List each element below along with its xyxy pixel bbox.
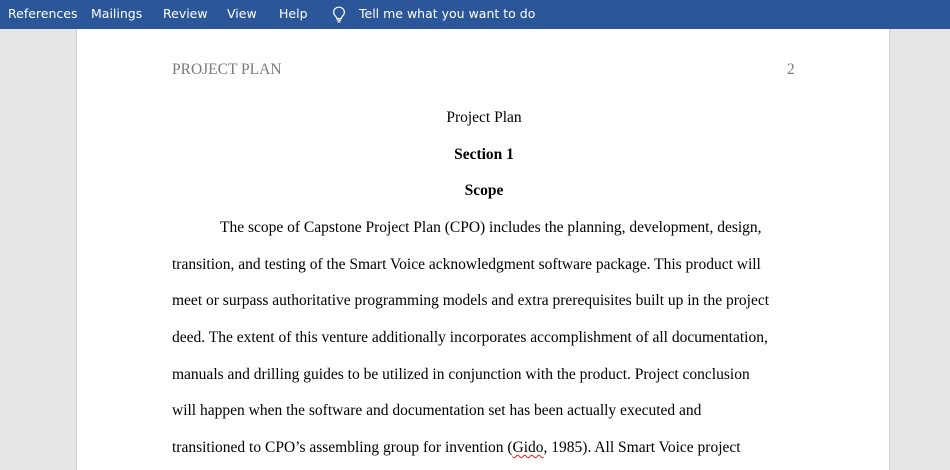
body-text-line: transitioned to CPO’s assembling group f…	[172, 439, 741, 457]
body-text-line: deed. The extent of this venture additio…	[172, 329, 768, 346]
section-heading: Section 1	[454, 146, 514, 163]
tab-mailings[interactable]: Mailings	[91, 0, 142, 29]
tab-view[interactable]: View	[227, 0, 257, 29]
body-text-segment: transitioned to CPO’s assembling group f…	[172, 439, 513, 456]
tell-me-text: Tell me what you want to do	[359, 6, 536, 21]
misspelled-word[interactable]: Gido	[513, 439, 544, 456]
tab-review[interactable]: Review	[163, 0, 208, 29]
body-text-line: will happen when the software and docume…	[172, 402, 702, 419]
document-title: Project Plan	[446, 109, 522, 126]
page-number: 2	[787, 61, 795, 78]
scope-heading: Scope	[464, 182, 504, 199]
body-text-line: manuals and drilling guides to be utiliz…	[172, 366, 750, 383]
tab-references[interactable]: References	[8, 0, 77, 29]
body-text-line: The scope of Capstone Project Plan (CPO)…	[220, 219, 762, 236]
body-text-segment: , 1985). All Smart Voice project	[543, 439, 741, 456]
body-text-line: meet or surpass authoritative programmin…	[172, 292, 770, 309]
body-text-line: transition, and testing of the Smart Voi…	[172, 256, 761, 273]
tab-help[interactable]: Help	[279, 0, 308, 29]
document-page[interactable]: PROJECT PLAN 2 Project Plan Section 1 Sc…	[76, 29, 890, 470]
ribbon-bar: References Mailings Review View Help Tel…	[0, 0, 950, 29]
lightbulb-icon	[332, 6, 346, 23]
page-header-title: PROJECT PLAN	[172, 61, 282, 78]
